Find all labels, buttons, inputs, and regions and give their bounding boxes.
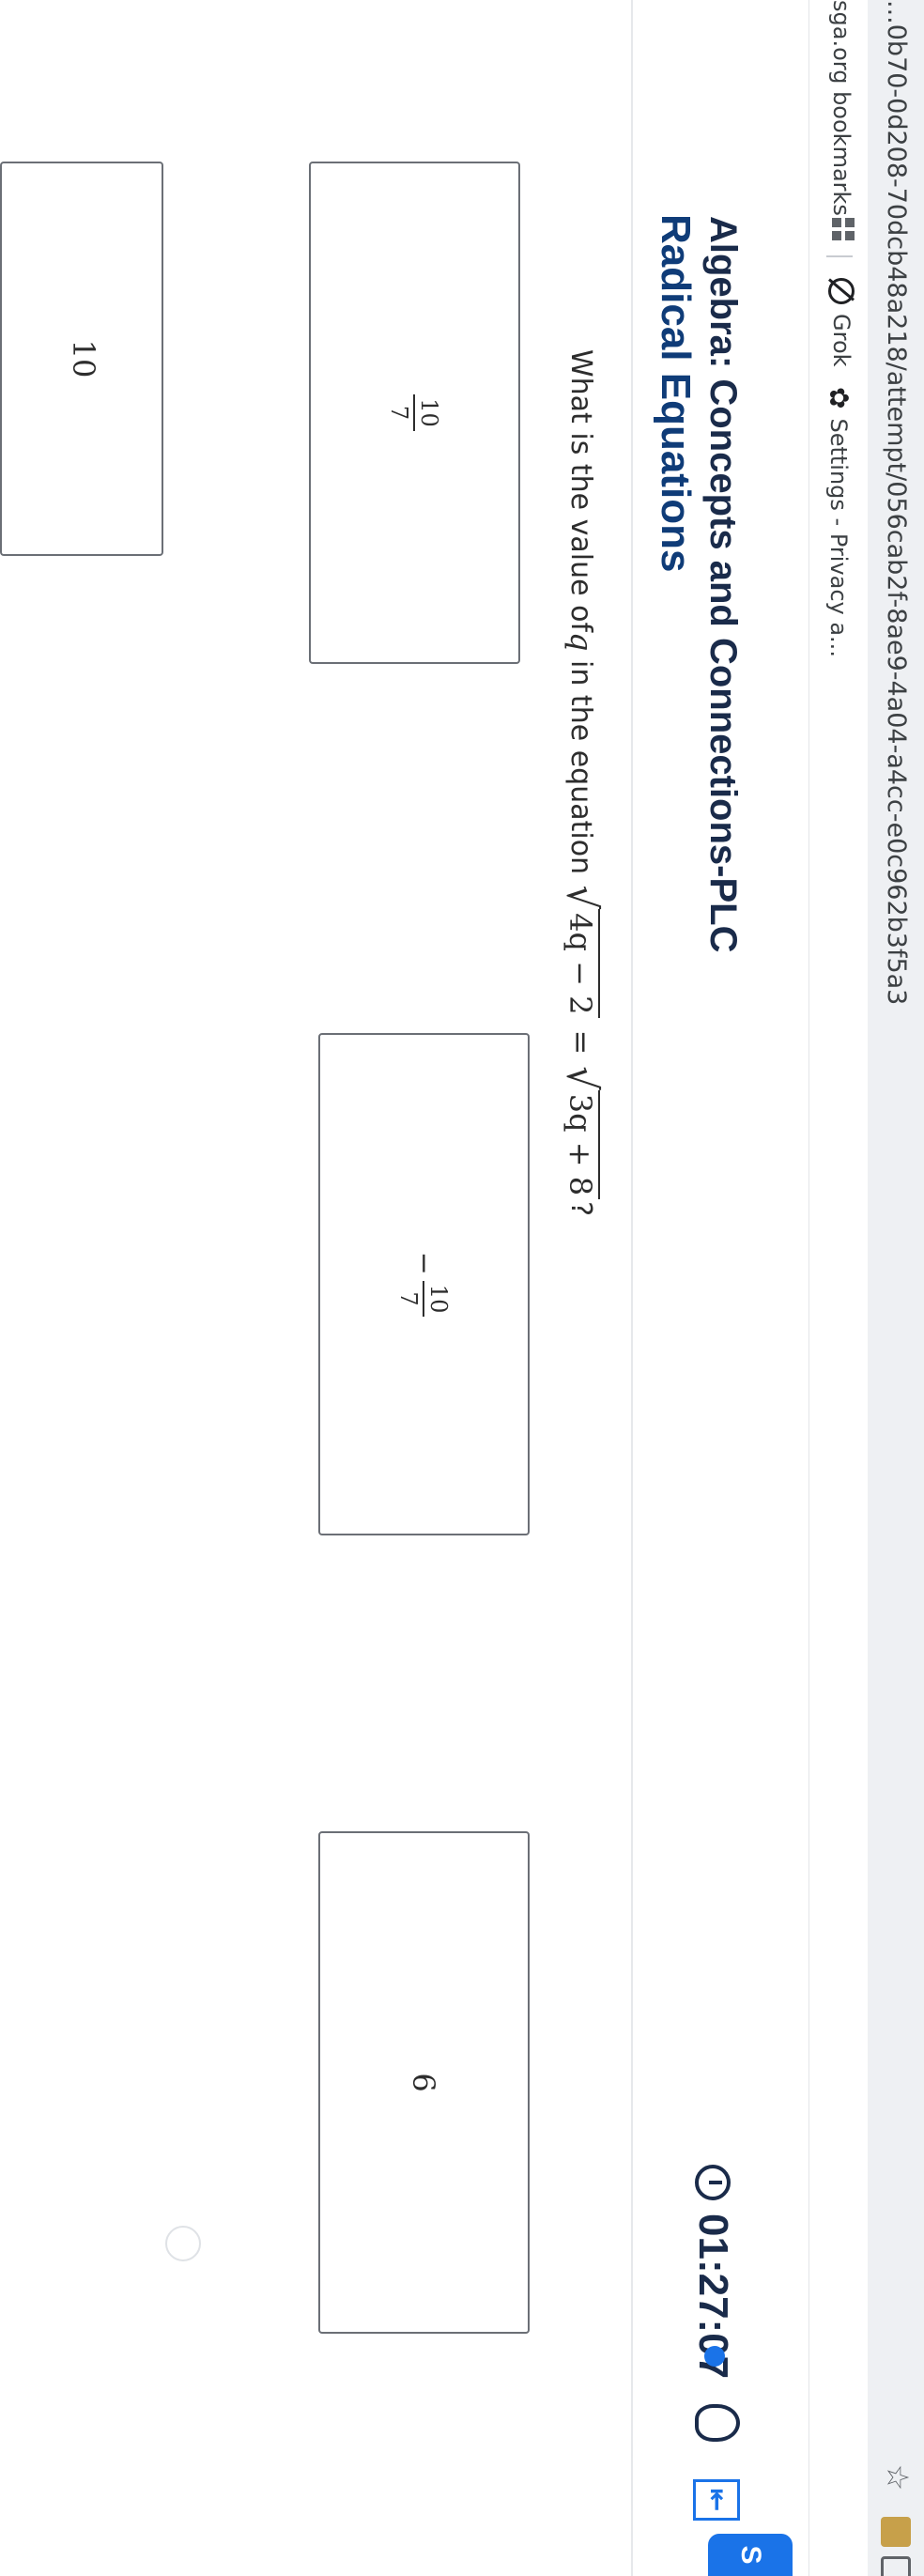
- clock-icon: [695, 2165, 731, 2200]
- selection-indicator: [165, 2226, 201, 2261]
- bookmark-grok-label: Grok: [828, 314, 855, 367]
- extensions-puzzle-icon[interactable]: [881, 2556, 911, 2576]
- equals-sign: =: [563, 1029, 599, 1056]
- reader-icon[interactable]: ⇤: [693, 2479, 740, 2521]
- course-title: Algebra: Concepts and Connections-PLC: [702, 216, 744, 953]
- bookmark-settings-label: Settings - Privacy a...: [825, 418, 853, 657]
- bookmarks-label: sga.org bookmarks: [828, 0, 855, 216]
- bookmark-folder[interactable]: sga.org bookmarks: [828, 0, 855, 216]
- choice-value: 6: [406, 2073, 442, 2092]
- variable-q: q: [563, 632, 599, 652]
- answer-choice-b[interactable]: − 10 7: [318, 1033, 530, 1535]
- fraction: 10 7: [395, 1280, 453, 1318]
- rhs-radicand: 3q + 8: [562, 1089, 600, 1200]
- question-middle: in the equation: [564, 651, 598, 884]
- minus-sign: −: [408, 1251, 440, 1275]
- rhs-radical: √ 3q + 8: [558, 1066, 605, 1200]
- answer-choice-d[interactable]: 10: [0, 162, 163, 556]
- answer-choice-c[interactable]: 6: [318, 1831, 530, 2334]
- star-icon[interactable]: ☆: [879, 2459, 916, 2496]
- url-text[interactable]: ...0b70-0d208-70dcb48a218/attempt/056cab…: [882, 0, 911, 1005]
- lesson-title: Radical Equations: [653, 214, 699, 573]
- extension-icon[interactable]: [881, 2517, 911, 2547]
- choice-value: 10: [66, 339, 101, 378]
- question-suffix: ?: [564, 1201, 598, 1217]
- numerator: 10: [425, 1284, 453, 1314]
- fraction: 10 7: [386, 394, 443, 431]
- lhs-radical: √ 4q − 2: [558, 886, 605, 1019]
- question-prefix: What is the value of: [564, 349, 598, 633]
- gear-icon: ✿: [824, 387, 855, 409]
- side-tab[interactable]: S: [708, 2534, 793, 2576]
- answer-choice-a[interactable]: 10 7: [309, 162, 520, 664]
- address-bar[interactable]: ...0b70-0d208-70dcb48a218/attempt/056cab…: [867, 0, 924, 2576]
- bookmark-grok[interactable]: Grok: [828, 278, 855, 367]
- header-divider: [631, 0, 633, 2576]
- browser-screen: ...0b70-0d208-70dcb48a218/attempt/056cab…: [0, 0, 924, 2576]
- hint-lightbulb-icon[interactable]: [695, 2404, 740, 2442]
- question-variable: q: [563, 632, 599, 651]
- denominator: 7: [386, 405, 413, 421]
- bookmark-settings[interactable]: ✿ Settings - Privacy a...: [824, 387, 855, 657]
- equation: √ 4q − 2 = √ 3q + 8: [558, 884, 605, 1202]
- apps-grid-icon: [832, 218, 855, 240]
- question-text: What is the value of q in the equation √…: [558, 349, 606, 1217]
- bookmarks-bar: sga.org bookmarks Grok ✿ Settings - Priv…: [808, 0, 868, 2576]
- grok-icon: [828, 278, 855, 304]
- numerator: 10: [416, 398, 443, 427]
- bookmark-separator: [826, 255, 853, 257]
- denominator: 7: [395, 1291, 423, 1306]
- apps-button[interactable]: [832, 218, 855, 240]
- lhs-radicand: 4q − 2: [562, 909, 600, 1019]
- timer-toggle-dot[interactable]: [704, 2346, 725, 2367]
